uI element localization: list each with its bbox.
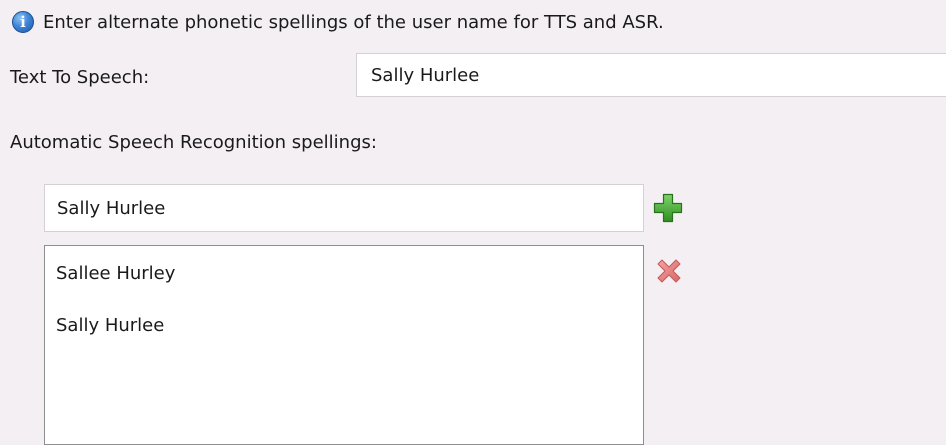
info-message: i Enter alternate phonetic spellings of … [12,9,664,35]
info-icon: i [12,11,34,33]
info-text: Enter alternate phonetic spellings of th… [43,11,664,33]
asr-spelling-list[interactable]: Sallee Hurley Sally Hurlee [44,245,644,445]
remove-spelling-button[interactable] [653,255,685,287]
asr-label: Automatic Speech Recognition spellings: [10,132,377,153]
asr-spelling-input[interactable] [44,184,644,232]
tts-label: Text To Speech: [10,67,150,88]
list-item[interactable]: Sally Hurlee [45,312,643,364]
list-item[interactable]: Sallee Hurley [45,260,643,312]
add-spelling-button[interactable] [653,193,683,223]
plus-icon [653,193,683,223]
tts-input[interactable] [356,53,946,97]
delete-x-icon [657,259,681,283]
